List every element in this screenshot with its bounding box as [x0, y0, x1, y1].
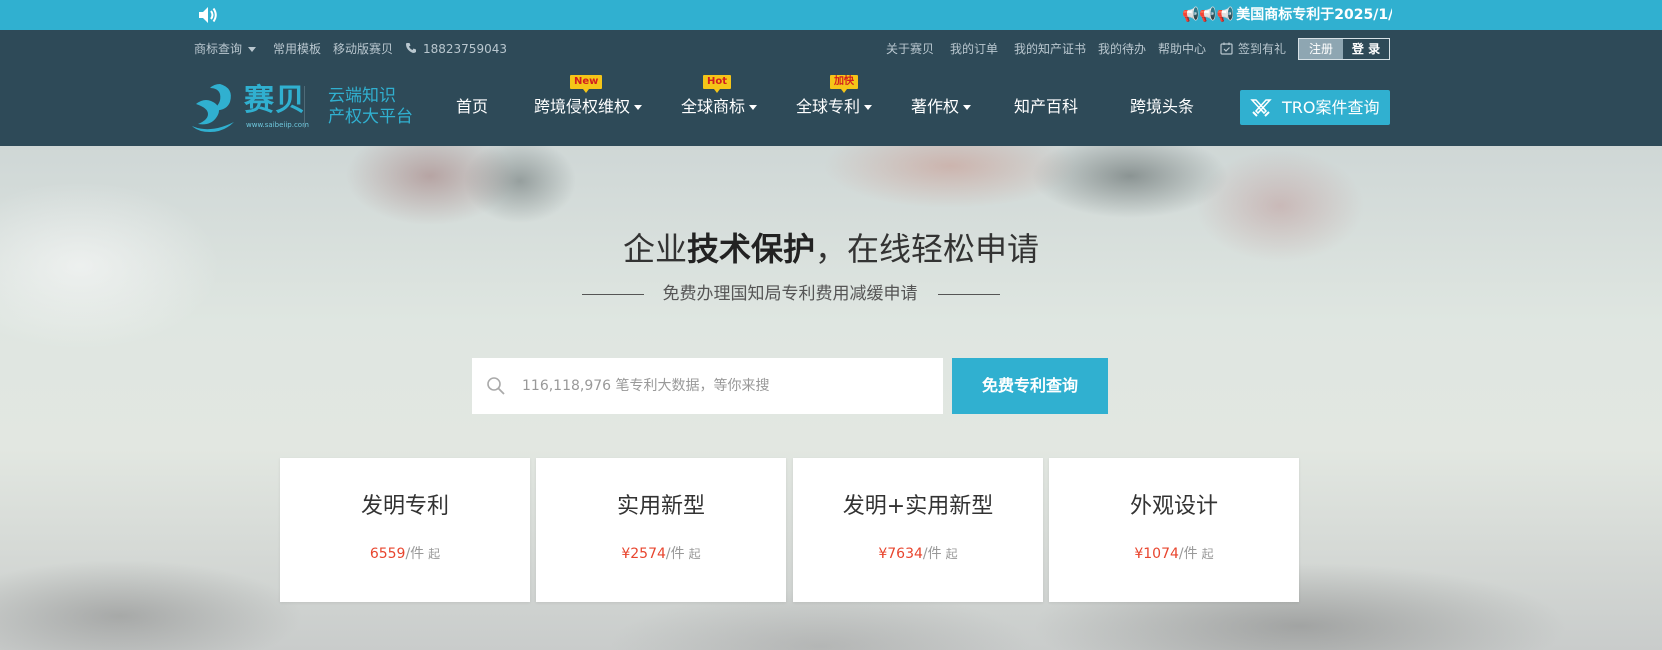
- site-logo[interactable]: 赛贝 www.saibeiip.com 云端知识 产权大平台: [190, 82, 420, 134]
- nav-copyright-label: 著作权: [911, 97, 960, 116]
- about-link[interactable]: 关于赛贝: [886, 42, 934, 56]
- logo-slogan-line1: 云端知识: [328, 86, 396, 106]
- card-price-from: 起: [1201, 547, 1214, 561]
- patent-search-input[interactable]: [522, 358, 932, 414]
- phone-icon: [406, 43, 416, 53]
- my-orders-link[interactable]: 我的订单: [950, 42, 998, 56]
- card-price-from: 起: [945, 547, 958, 561]
- nav-global-trademark-label: 全球商标: [681, 97, 746, 116]
- card-price-unit: /件: [405, 546, 425, 562]
- card-price: ¥1074/件起: [1049, 544, 1299, 564]
- calendar-check-icon: [1220, 42, 1233, 55]
- logo-slogan: 云端知识 产权大平台: [328, 86, 428, 128]
- nav-ip-wiki[interactable]: 知产百科: [1014, 92, 1078, 122]
- hero-subtitle: 免费办理国知局专利费用减缓申请: [580, 282, 1000, 306]
- nav-cross-border-rights-label: 跨境侵权维权: [534, 97, 631, 116]
- nav-global-patent-label: 全球专利: [796, 97, 861, 116]
- hot-badge: Hot: [703, 75, 732, 93]
- new-badge: New: [570, 75, 603, 93]
- login-button[interactable]: 登 录: [1343, 39, 1389, 59]
- service-cards: 发明专利 6559/件起 实用新型 ¥2574/件起 发明+实用新型 ¥7634…: [280, 458, 1300, 602]
- logo-name: 赛贝: [244, 83, 306, 118]
- tro-search-button[interactable]: TRO案件查询: [1240, 90, 1390, 125]
- card-price-unit: /件: [922, 546, 942, 562]
- free-patent-search-button[interactable]: 免费专利查询: [952, 358, 1108, 414]
- nav-cross-border-news[interactable]: 跨境头条: [1130, 92, 1194, 122]
- card-price: 6559/件起: [280, 544, 530, 564]
- auth-buttons: 注册 登 录: [1298, 38, 1390, 60]
- card-price-amount: ¥1074: [1134, 546, 1179, 562]
- hero-title-bold: 技术保护: [686, 230, 815, 268]
- site-header: 商标查询 常用模板 移动版赛贝 18823759043 关于赛贝 我的订单 我的…: [0, 30, 1662, 146]
- card-title: 发明专利: [360, 494, 449, 519]
- crossed-swords-icon: [1250, 99, 1272, 117]
- chevron-down-icon: [634, 105, 643, 110]
- subtitle-divider-left: [582, 294, 644, 295]
- card-design-patent[interactable]: 外观设计 ¥1074/件起: [1049, 458, 1299, 602]
- my-certificates-link[interactable]: 我的知产证书: [1014, 42, 1086, 56]
- register-button[interactable]: 注册: [1299, 39, 1343, 59]
- trademark-search-label: 商标查询: [194, 42, 243, 56]
- card-invention-patent[interactable]: 发明专利 6559/件起: [280, 458, 530, 602]
- announcement-bar: 📢📢📢 美国商标专利于2025/1/: [0, 0, 1662, 30]
- top-utility-bar: 商标查询 常用模板 移动版赛贝 18823759043 关于赛贝 我的订单 我的…: [0, 30, 1662, 68]
- card-price: ¥2574/件起: [536, 544, 786, 564]
- chevron-down-icon: [248, 47, 257, 52]
- logo-slogan-line2: 产权大平台: [328, 107, 413, 127]
- card-utility-model[interactable]: 实用新型 ¥2574/件起: [536, 458, 786, 602]
- chevron-down-icon: [963, 105, 972, 110]
- phone-number: 18823759043: [423, 42, 507, 56]
- templates-link[interactable]: 常用模板: [273, 42, 321, 56]
- tro-search-label: TRO案件查询: [1282, 98, 1380, 117]
- card-price-unit: /件: [1178, 546, 1198, 562]
- hero-title-prefix: 企业: [622, 230, 687, 268]
- nav-global-trademark[interactable]: 全球商标: [681, 92, 758, 122]
- nav-global-patent[interactable]: 全球专利: [796, 92, 873, 122]
- search-icon: [487, 377, 505, 395]
- card-price-amount: ¥2574: [621, 546, 666, 562]
- hero-title: 企业技术保护，在线轻松申请: [0, 228, 1662, 270]
- card-price-from: 起: [428, 547, 441, 561]
- mobile-link[interactable]: 移动版赛贝: [333, 42, 393, 56]
- logo-url: www.saibeiip.com: [246, 121, 309, 129]
- hero-title-suffix: ，在线轻松申请: [815, 230, 1040, 268]
- card-price-amount: 6559: [369, 546, 406, 562]
- logo-mark-icon: [192, 84, 234, 132]
- card-title: 外观设计: [1129, 494, 1218, 519]
- card-price-amount: ¥7634: [878, 546, 923, 562]
- hero-section: 企业技术保护，在线轻松申请 免费办理国知局专利费用减缓申请 免费专利查询 发明专…: [0, 146, 1662, 650]
- card-price: ¥7634/件起: [793, 544, 1043, 564]
- card-title: 发明+实用新型: [842, 494, 994, 519]
- nav-cross-border-rights[interactable]: 跨境侵权维权: [534, 92, 643, 122]
- card-invention-plus-utility[interactable]: 发明+实用新型 ¥7634/件起: [793, 458, 1043, 602]
- hero-subtitle-text: 免费办理国知局专利费用减缓申请: [662, 284, 918, 304]
- speaker-icon[interactable]: [196, 3, 220, 27]
- announcement-marquee[interactable]: 📢📢📢 美国商标专利于2025/1/: [1182, 4, 1392, 26]
- card-title: 实用新型: [616, 494, 705, 519]
- megaphone-icon: 📢📢📢: [1182, 7, 1235, 23]
- phone-contact[interactable]: 18823759043: [405, 42, 507, 56]
- logo-divider: [304, 86, 305, 128]
- chevron-down-icon: [864, 105, 873, 110]
- patent-search-box: [472, 358, 943, 414]
- fast-badge: 加快: [830, 75, 858, 93]
- help-center-link[interactable]: 帮助中心: [1158, 42, 1206, 56]
- checkin-label: 签到有礼: [1238, 42, 1287, 56]
- nav-copyright[interactable]: 著作权: [911, 92, 972, 122]
- card-price-from: 起: [688, 547, 701, 561]
- announcement-text: 美国商标专利于2025/1/: [1236, 7, 1392, 23]
- checkin-link[interactable]: 签到有礼: [1220, 42, 1286, 56]
- chevron-down-icon: [749, 105, 758, 110]
- card-price-unit: /件: [665, 546, 685, 562]
- nav-home[interactable]: 首页: [456, 92, 488, 122]
- subtitle-divider-right: [938, 294, 1000, 295]
- trademark-search-menu[interactable]: 商标查询: [194, 42, 257, 56]
- my-todo-link[interactable]: 我的待办: [1098, 42, 1146, 56]
